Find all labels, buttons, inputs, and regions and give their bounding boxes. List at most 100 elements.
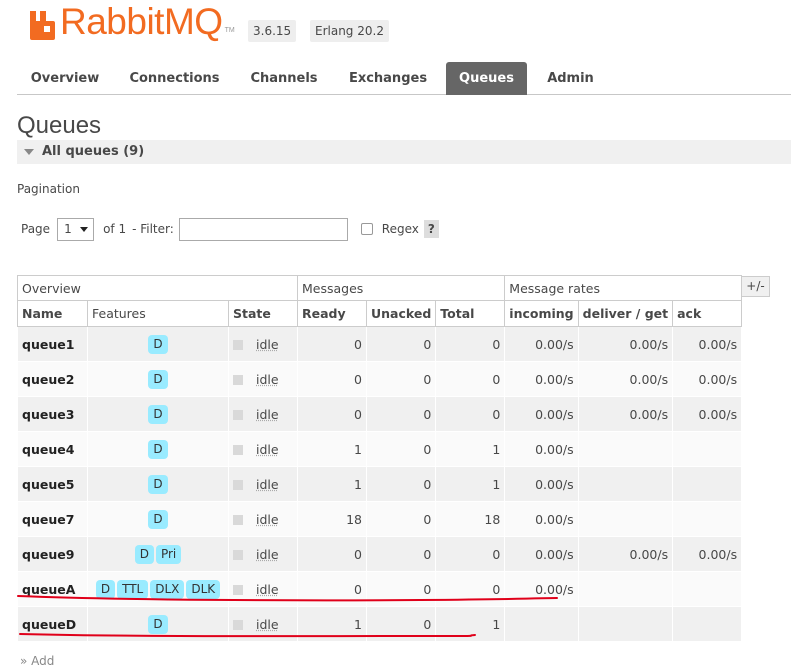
rate-ack: 0.00/s xyxy=(672,326,743,362)
state-indicator-icon xyxy=(233,340,243,350)
table-row: queue3 Didle 0 0 0 0.00/s 0.00/s 0.00/s xyxy=(17,396,743,432)
all-queues-section-toggle[interactable]: All queues (9) xyxy=(17,140,791,164)
table-row: queue1 Didle 0 0 0 0.00/s 0.00/s 0.00/s xyxy=(17,326,743,362)
queue-state: idle xyxy=(228,571,298,607)
queue-features: D TTL DLX DLK xyxy=(87,571,229,607)
column-header-total[interactable]: Total xyxy=(435,300,506,327)
collapse-arrow-icon xyxy=(24,149,34,155)
column-header-name[interactable]: Name xyxy=(17,300,88,327)
queue-name-link[interactable]: queue5 xyxy=(17,466,88,502)
rate-ack xyxy=(672,606,743,642)
regex-help-button[interactable]: ? xyxy=(423,220,439,238)
messages-ready: 0 xyxy=(297,571,367,607)
messages-ready: 0 xyxy=(297,536,367,572)
queue-name-link[interactable]: queue2 xyxy=(17,361,88,397)
filter-label: - Filter: xyxy=(132,222,174,236)
state-label: idle xyxy=(256,616,279,632)
group-header-message-rates: Message rates xyxy=(504,275,743,301)
state-label: idle xyxy=(256,371,279,387)
column-header-ack[interactable]: ack xyxy=(672,300,743,327)
page-count-label: of 1 xyxy=(103,222,127,236)
queue-name-link[interactable]: queue9 xyxy=(17,536,88,572)
rate-deliver-get xyxy=(577,466,674,502)
pagination-label: Pagination xyxy=(17,182,80,196)
state-label: idle xyxy=(256,406,279,422)
queue-name-link[interactable]: queue7 xyxy=(17,501,88,537)
rate-deliver-get: 0.00/s xyxy=(577,326,674,362)
state-indicator-icon xyxy=(233,620,243,630)
feature-tag: D xyxy=(148,614,168,634)
feature-tag: D xyxy=(148,404,168,424)
queue-state: idle xyxy=(228,501,298,537)
queue-state: idle xyxy=(228,326,298,362)
rate-deliver-get xyxy=(577,606,674,642)
columns-toggle-button[interactable]: +/- xyxy=(741,276,770,297)
tab-channels[interactable]: Channels xyxy=(236,62,332,95)
state-label: idle xyxy=(256,336,279,352)
queue-features: D xyxy=(87,606,229,642)
messages-ready: 0 xyxy=(297,396,367,432)
column-header-state[interactable]: State xyxy=(228,300,298,327)
brand-name: RabbitMQ xyxy=(60,1,223,42)
feature-tag: D xyxy=(148,334,168,354)
page-label: Page xyxy=(21,222,51,236)
add-queue-toggle[interactable]: » Add xyxy=(20,654,54,668)
rate-ack: 0.00/s xyxy=(672,361,743,397)
rabbitmq-logo[interactable]: RabbitMQ TM xyxy=(28,1,235,42)
rate-incoming: 0.00/s xyxy=(504,396,579,432)
messages-unacked: 0 xyxy=(365,536,437,572)
queue-name-link[interactable]: queue4 xyxy=(17,431,88,467)
tab-admin[interactable]: Admin xyxy=(531,62,610,95)
queue-features: D xyxy=(87,361,229,397)
messages-ready: 1 xyxy=(297,466,367,502)
queue-name-link[interactable]: queueA xyxy=(17,571,88,607)
tab-overview[interactable]: Overview xyxy=(17,62,113,95)
state-indicator-icon xyxy=(233,550,243,560)
state-indicator-icon xyxy=(233,515,243,525)
rate-incoming: 0.00/s xyxy=(504,466,579,502)
feature-tag: D xyxy=(148,474,168,494)
messages-unacked: 0 xyxy=(365,431,437,467)
page-select[interactable]: 1 xyxy=(57,217,95,241)
table-row: queue9 D Pri idle 0 0 0 0.00/s 0.00/s 0.00/s xyxy=(17,536,743,572)
messages-ready: 18 xyxy=(297,501,367,537)
queue-state: idle xyxy=(228,536,298,572)
feature-tag: DLX xyxy=(150,579,185,599)
column-header-unacked[interactable]: Unacked xyxy=(365,300,437,327)
rate-deliver-get: 0.00/s xyxy=(577,361,674,397)
rate-deliver-get xyxy=(577,431,674,467)
messages-ready: 1 xyxy=(297,606,367,642)
column-header-ready[interactable]: Ready xyxy=(297,300,367,327)
state-label: idle xyxy=(256,546,279,562)
tab-queues[interactable]: Queues xyxy=(446,62,527,95)
rate-incoming: 0.00/s xyxy=(504,571,579,607)
state-indicator-icon xyxy=(233,410,243,420)
queue-name-link[interactable]: queueD xyxy=(17,606,88,642)
queue-name-link[interactable]: queue3 xyxy=(17,396,88,432)
rate-deliver-get: 0.00/s xyxy=(577,536,674,572)
queue-state: idle xyxy=(228,431,298,467)
rate-incoming: 0.00/s xyxy=(504,361,579,397)
messages-unacked: 0 xyxy=(365,501,437,537)
rate-deliver-get: 0.00/s xyxy=(577,396,674,432)
column-header-incoming[interactable]: incoming xyxy=(504,300,579,327)
queue-features: D Pri xyxy=(87,536,229,572)
messages-total: 0 xyxy=(435,361,506,397)
filter-input[interactable] xyxy=(178,217,348,241)
messages-total: 0 xyxy=(435,326,506,362)
tab-connections[interactable]: Connections xyxy=(118,62,231,95)
feature-tag: D xyxy=(148,369,168,389)
queue-name-link[interactable]: queue1 xyxy=(17,326,88,362)
queue-features: D xyxy=(87,396,229,432)
messages-total: 0 xyxy=(435,396,506,432)
feature-tag: D xyxy=(95,579,116,599)
tab-exchanges[interactable]: Exchanges xyxy=(337,62,439,95)
state-label: idle xyxy=(256,581,279,597)
column-header-deliver-get[interactable]: deliver / get xyxy=(577,300,674,327)
table-row: queue7 Didle 18 0 18 0.00/s xyxy=(17,501,743,537)
rate-ack xyxy=(672,571,743,607)
regex-checkbox[interactable] xyxy=(360,223,373,235)
rate-deliver-get xyxy=(577,571,674,607)
main-nav: Overview Connections Channels Exchanges … xyxy=(17,62,791,95)
table-row: queue2 Didle 0 0 0 0.00/s 0.00/s 0.00/s xyxy=(17,361,743,397)
